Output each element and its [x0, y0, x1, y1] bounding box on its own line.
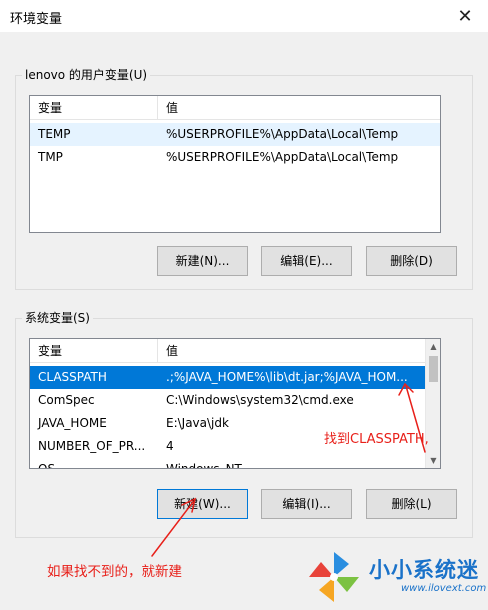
vertical-scrollbar[interactable]: ▲ ▼ — [425, 339, 440, 468]
system-variables-label: 系统变量(S) — [22, 309, 93, 326]
watermark-title: 小小系统迷 — [369, 558, 479, 582]
variable-name: NUMBER_OF_PR... — [38, 439, 146, 453]
user-edit-button[interactable]: 编辑(E)... — [261, 246, 352, 276]
variable-name: TMP — [38, 150, 63, 164]
close-icon[interactable]: ✕ — [442, 0, 488, 32]
system-variable-row-comspec[interactable]: ComSpec C:\Windows\system32\cmd.exe — [30, 389, 427, 412]
variable-value: .;%JAVA_HOME%\lib\dt.jar;%JAVA_HOM... — [166, 370, 408, 384]
system-new-button[interactable]: 新建(W)... — [157, 489, 248, 519]
variable-name: JAVA_HOME — [38, 416, 107, 430]
title-bar: 环境变量 ✕ — [0, 0, 488, 32]
variable-value: Windows_NT — [166, 462, 242, 469]
variable-name: OS — [38, 462, 56, 469]
chevron-down-icon[interactable]: ▼ — [426, 453, 440, 468]
system-edit-button[interactable]: 编辑(I)... — [261, 489, 352, 519]
user-delete-button[interactable]: 删除(D) — [366, 246, 457, 276]
user-new-button[interactable]: 新建(N)... — [157, 246, 248, 276]
system-variables-list[interactable]: 变量 值 CLASSPATH .;%JAVA_HOME%\lib\dt.jar;… — [29, 338, 441, 469]
variable-name: ComSpec — [38, 393, 95, 407]
user-variables-list[interactable]: 变量 值 TEMP %USERPROFILE%\AppData\Local\Te… — [29, 95, 441, 233]
watermark: 小小系统迷 www.ilovext.com — [305, 548, 487, 606]
environment-variables-dialog: 环境变量 ✕ lenovo 的用户变量(U) 变量 值 TEMP %USERPR… — [0, 0, 488, 610]
variable-name: TEMP — [38, 127, 71, 141]
scrollbar-thumb[interactable] — [429, 356, 438, 382]
annotation-find-classpath: 找到CLASSPATH, — [324, 432, 429, 447]
user-variables-label: lenovo 的用户变量(U) — [22, 66, 151, 83]
user-variable-row-temp[interactable]: TEMP %USERPROFILE%\AppData\Local\Temp — [30, 123, 440, 146]
column-header-value[interactable]: 值 — [158, 96, 440, 120]
variable-name: CLASSPATH — [38, 370, 107, 384]
system-variable-row-os[interactable]: OS Windows_NT — [30, 458, 427, 469]
pinwheel-logo-icon — [309, 552, 359, 602]
variable-value: C:\Windows\system32\cmd.exe — [166, 393, 354, 407]
list-header: 变量 值 — [30, 339, 440, 363]
system-delete-button[interactable]: 删除(L) — [366, 489, 457, 519]
column-header-variable[interactable]: 变量 — [30, 339, 158, 363]
variable-value: %USERPROFILE%\AppData\Local\Temp — [166, 127, 399, 141]
watermark-url: www.ilovext.com — [401, 583, 487, 594]
column-header-value[interactable]: 值 — [158, 339, 440, 363]
window-title: 环境变量 — [10, 12, 63, 27]
user-variable-row-tmp[interactable]: TMP %USERPROFILE%\AppData\Local\Temp — [30, 146, 440, 169]
annotation-create-if-missing: 如果找不到的，就新建 — [47, 564, 182, 580]
list-header: 变量 值 — [30, 96, 440, 120]
system-variable-row-classpath[interactable]: CLASSPATH .;%JAVA_HOME%\lib\dt.jar;%JAVA… — [30, 366, 427, 389]
column-header-variable[interactable]: 变量 — [30, 96, 158, 120]
chevron-up-icon[interactable]: ▲ — [426, 339, 440, 354]
variable-value: %USERPROFILE%\AppData\Local\Temp — [166, 150, 399, 164]
